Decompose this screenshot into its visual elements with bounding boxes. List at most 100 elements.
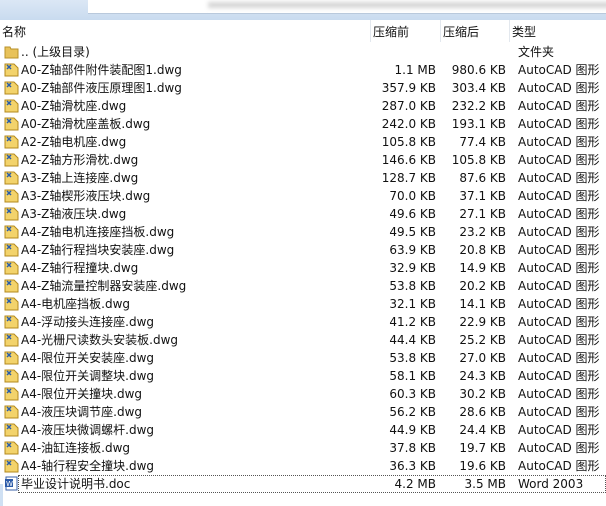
- size-before: 32.9 KB: [389, 261, 436, 275]
- file-type: AutoCAD 图形: [518, 243, 600, 257]
- size-after: 37.1 KB: [459, 189, 506, 203]
- dwg-icon: [4, 459, 19, 473]
- size-after: 27.0 KB: [459, 351, 506, 365]
- file-name: A4-轴行程安全撞块.dwg: [21, 459, 155, 473]
- file-row[interactable]: A0-Z轴滑枕座盖板.dwg 242.0 KB 193.1 KB AutoCAD 图形: [0, 115, 606, 133]
- dwg-icon: [4, 171, 19, 185]
- file-row[interactable]: W 毕业设计说明书.doc 4.2 MB 3.5 MB Word 2003: [5, 475, 606, 493]
- file-name: A0-Z轴滑枕座盖板.dwg: [21, 117, 151, 131]
- left-pane-edge: [0, 484, 3, 506]
- file-row[interactable]: A0-Z轴滑枕座.dwg 287.0 KB 232.2 KB AutoCAD 图形: [0, 97, 606, 115]
- dwg-icon: [4, 153, 19, 167]
- folder-icon: [4, 46, 19, 59]
- dwg-icon: [4, 135, 19, 149]
- file-name: A4-Z轴流量控制器安装座.dwg: [21, 279, 187, 293]
- column-divider[interactable]: [509, 20, 510, 42]
- file-name: A3-Z轴液压块.dwg: [21, 207, 127, 221]
- size-after: 77.4 KB: [459, 135, 506, 149]
- blurred-path: [208, 2, 606, 8]
- file-row[interactable]: A4-电机座挡板.dwg 32.1 KB 14.1 KB AutoCAD 图形: [0, 295, 606, 313]
- dwg-icon: [4, 387, 19, 401]
- size-after: 20.2 KB: [459, 279, 506, 293]
- file-name: A4-Z轴行程挡块安装座.dwg: [21, 243, 175, 257]
- parent-folder-row[interactable]: .. (上级目录) 文件夹: [0, 43, 606, 61]
- size-after: 25.2 KB: [459, 333, 506, 347]
- path-bar[interactable]: [88, 0, 606, 14]
- file-type: AutoCAD 图形: [518, 63, 600, 77]
- size-before: 44.9 KB: [389, 423, 436, 437]
- file-row[interactable]: A4-Z轴流量控制器安装座.dwg 53.8 KB 20.2 KB AutoCAD 图…: [0, 277, 606, 295]
- file-type: AutoCAD 图形: [518, 135, 600, 149]
- column-after[interactable]: 压缩后: [443, 23, 479, 40]
- file-row[interactable]: A4-浮动接头连接座.dwg 41.2 KB 22.9 KB AutoCAD 图形: [0, 313, 606, 331]
- file-name: A0-Z轴滑枕座.dwg: [21, 99, 127, 113]
- file-row[interactable]: A3-Z轴楔形液压块.dwg 70.0 KB 37.1 KB AutoCAD 图形: [0, 187, 606, 205]
- file-row[interactable]: A4-Z轴行程挡块安装座.dwg 63.9 KB 20.8 KB AutoCAD 图形: [0, 241, 606, 259]
- file-name: A4-电机座挡板.dwg: [21, 297, 131, 311]
- file-row[interactable]: A0-Z轴部件附件装配图1.dwg 1.1 MB 980.6 KB AutoCAD 图…: [0, 61, 606, 79]
- file-name: A4-Z轴行程撞块.dwg: [21, 261, 139, 275]
- size-after: 20.8 KB: [459, 243, 506, 257]
- file-type: AutoCAD 图形: [518, 351, 600, 365]
- dwg-icon: [4, 423, 19, 437]
- file-type: AutoCAD 图形: [518, 225, 600, 239]
- size-after: 980.6 KB: [451, 63, 506, 77]
- file-row[interactable]: A0-Z轴部件液压原理图1.dwg 357.9 KB 303.4 KB AutoCAD…: [0, 79, 606, 97]
- file-type: AutoCAD 图形: [518, 171, 600, 185]
- file-row[interactable]: A4-油缸连接板.dwg 37.8 KB 19.7 KB AutoCAD 图形: [0, 439, 606, 457]
- size-before: 63.9 KB: [389, 243, 436, 257]
- file-name: A4-限位开关安装座.dwg: [21, 351, 155, 365]
- file-row[interactable]: A4-Z轴电机连接座挡板.dwg 49.5 KB 23.2 KB AutoCAD 图形: [0, 223, 606, 241]
- size-after: 28.6 KB: [459, 405, 506, 419]
- dwg-icon: [4, 261, 19, 275]
- file-row[interactable]: A4-限位开关调整块.dwg 58.1 KB 24.3 KB AutoCAD 图形: [0, 367, 606, 385]
- file-name: A3-Z轴上连接座.dwg: [21, 171, 139, 185]
- file-row[interactable]: A3-Z轴上连接座.dwg 128.7 KB 87.6 KB AutoCAD 图形: [0, 169, 606, 187]
- dwg-icon: [4, 315, 19, 329]
- size-after: 87.6 KB: [459, 171, 506, 185]
- column-divider[interactable]: [370, 20, 371, 42]
- file-name: A4-光栅尺读数头安装板.dwg: [21, 333, 179, 347]
- file-row[interactable]: A4-液压块调节座.dwg 56.2 KB 28.6 KB AutoCAD 图形: [0, 403, 606, 421]
- size-before: 242.0 KB: [381, 117, 436, 131]
- dwg-icon: [4, 243, 19, 257]
- file-name: 毕业设计说明书.doc: [21, 477, 131, 491]
- dwg-icon: [4, 225, 19, 239]
- file-row[interactable]: A4-光栅尺读数头安装板.dwg 44.4 KB 25.2 KB AutoCAD 图形: [0, 331, 606, 349]
- size-before: 287.0 KB: [381, 99, 436, 113]
- file-row[interactable]: A2-Z轴电机座.dwg 105.8 KB 77.4 KB AutoCAD 图形: [0, 133, 606, 151]
- size-before: 53.8 KB: [389, 279, 436, 293]
- file-name: A2-Z轴方形滑枕.dwg: [21, 153, 139, 167]
- file-type: AutoCAD 图形: [518, 459, 600, 473]
- size-before: 105.8 KB: [381, 135, 436, 149]
- file-row[interactable]: A4-Z轴行程撞块.dwg 32.9 KB 14.9 KB AutoCAD 图形: [0, 259, 606, 277]
- file-name: A0-Z轴部件附件装配图1.dwg: [21, 63, 182, 77]
- size-before: 41.2 KB: [389, 315, 436, 329]
- file-row[interactable]: A3-Z轴液压块.dwg 49.6 KB 27.1 KB AutoCAD 图形: [0, 205, 606, 223]
- file-type: AutoCAD 图形: [518, 297, 600, 311]
- file-name: A4-限位开关撞块.dwg: [21, 387, 143, 401]
- column-type[interactable]: 类型: [512, 23, 536, 40]
- column-before[interactable]: 压缩前: [373, 23, 409, 40]
- file-name: A4-液压块微调螺杆.dwg: [21, 423, 155, 437]
- size-after: 19.6 KB: [459, 459, 506, 473]
- file-row[interactable]: A4-限位开关撞块.dwg 60.3 KB 30.2 KB AutoCAD 图形: [0, 385, 606, 403]
- size-before: 4.2 MB: [394, 477, 436, 491]
- column-divider[interactable]: [440, 20, 441, 42]
- size-before: 36.3 KB: [389, 459, 436, 473]
- column-name[interactable]: 名称: [2, 23, 26, 40]
- file-type: AutoCAD 图形: [518, 279, 600, 293]
- file-row[interactable]: A2-Z轴方形滑枕.dwg 146.6 KB 105.8 KB AutoCAD 图形: [0, 151, 606, 169]
- file-name: A4-Z轴电机连接座挡板.dwg: [21, 225, 175, 239]
- file-row[interactable]: A4-轴行程安全撞块.dwg 36.3 KB 19.6 KB AutoCAD 图形: [0, 457, 606, 475]
- file-row[interactable]: A4-限位开关安装座.dwg 53.8 KB 27.0 KB AutoCAD 图形: [0, 349, 606, 367]
- file-row[interactable]: A4-液压块微调螺杆.dwg 44.9 KB 24.4 KB AutoCAD 图形: [0, 421, 606, 439]
- file-name: .. (上级目录): [21, 45, 90, 59]
- size-after: 19.7 KB: [459, 441, 506, 455]
- column-header: 名称 压缩前 压缩后 类型: [0, 20, 606, 42]
- size-before: 60.3 KB: [389, 387, 436, 401]
- file-type: AutoCAD 图形: [518, 153, 600, 167]
- size-after: 23.2 KB: [459, 225, 506, 239]
- size-before: 70.0 KB: [389, 189, 436, 203]
- file-type: AutoCAD 图形: [518, 405, 600, 419]
